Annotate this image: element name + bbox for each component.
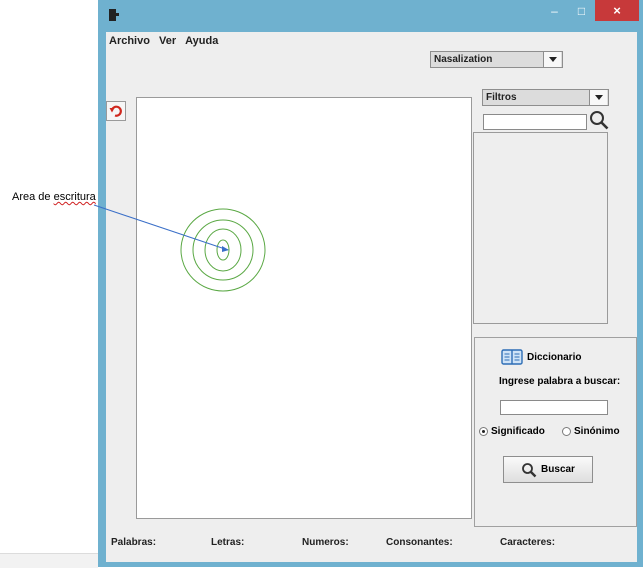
chevron-down-icon[interactable]: [589, 90, 607, 105]
status-bar: Palabras: Letras: Numeros: Consonantes: …: [106, 537, 637, 553]
magnifier-icon: [522, 462, 537, 477]
filter-input[interactable]: [483, 114, 587, 130]
menu-ver[interactable]: Ver: [156, 35, 182, 47]
status-consonantes: Consonantes:: [386, 537, 453, 548]
radio-sinonimo[interactable]: Sinónimo: [562, 426, 620, 437]
status-caracteres: Caracteres:: [500, 537, 556, 548]
status-letras: Letras:: [211, 537, 245, 548]
java-app-icon: [109, 9, 119, 21]
status-numeros: Numeros:: [302, 537, 349, 548]
annotation-label: Area de escritura: [12, 191, 96, 203]
window-controls: – □ ×: [541, 0, 639, 21]
menu-ayuda[interactable]: Ayuda: [182, 35, 224, 47]
background-strip: [0, 553, 98, 568]
radio-sinonimo-circle[interactable]: [562, 427, 571, 436]
minimize-button[interactable]: –: [541, 0, 568, 21]
nasalization-select-value: Nasalization: [434, 54, 493, 65]
menu-bar: Archivo Ver Ayuda: [106, 32, 637, 50]
undo-button[interactable]: [106, 101, 126, 121]
radio-significado[interactable]: Significado: [479, 426, 545, 437]
nasalization-select[interactable]: Nasalization: [430, 51, 563, 68]
open-book-icon: [501, 349, 523, 365]
annotation-label-part1: Area de: [12, 191, 54, 203]
search-button[interactable]: Buscar: [503, 456, 593, 483]
filter-select-value: Filtros: [486, 92, 517, 103]
radio-significado-label: Significado: [491, 426, 545, 437]
app-window: – □ × Archivo Ver Ayuda Nasalization Fil…: [98, 0, 643, 567]
filter-select[interactable]: Filtros: [482, 89, 609, 106]
status-palabras: Palabras:: [111, 537, 157, 548]
maximize-button[interactable]: □: [568, 0, 595, 21]
menu-archivo[interactable]: Archivo: [106, 35, 156, 47]
dictionary-panel: Diccionario Ingrese palabra a buscar: Si…: [474, 337, 637, 527]
filter-results-list[interactable]: [473, 132, 608, 324]
writing-area[interactable]: [136, 97, 472, 519]
client-area: Archivo Ver Ayuda Nasalization Filtros D…: [106, 32, 637, 562]
title-bar[interactable]: – □ ×: [98, 0, 643, 32]
search-icon[interactable]: [588, 110, 610, 130]
undo-arrow-icon: [109, 105, 122, 117]
dictionary-title: Diccionario: [527, 352, 582, 363]
chevron-down-icon[interactable]: [543, 52, 561, 67]
radio-significado-circle[interactable]: [479, 427, 488, 436]
radio-sinonimo-label: Sinónimo: [574, 426, 620, 437]
dictionary-prompt: Ingrese palabra a buscar:: [499, 376, 621, 387]
dictionary-search-input[interactable]: [500, 400, 608, 415]
close-button[interactable]: ×: [595, 0, 639, 21]
search-button-label: Buscar: [541, 464, 575, 475]
annotation-label-part2: escritura: [53, 191, 96, 203]
